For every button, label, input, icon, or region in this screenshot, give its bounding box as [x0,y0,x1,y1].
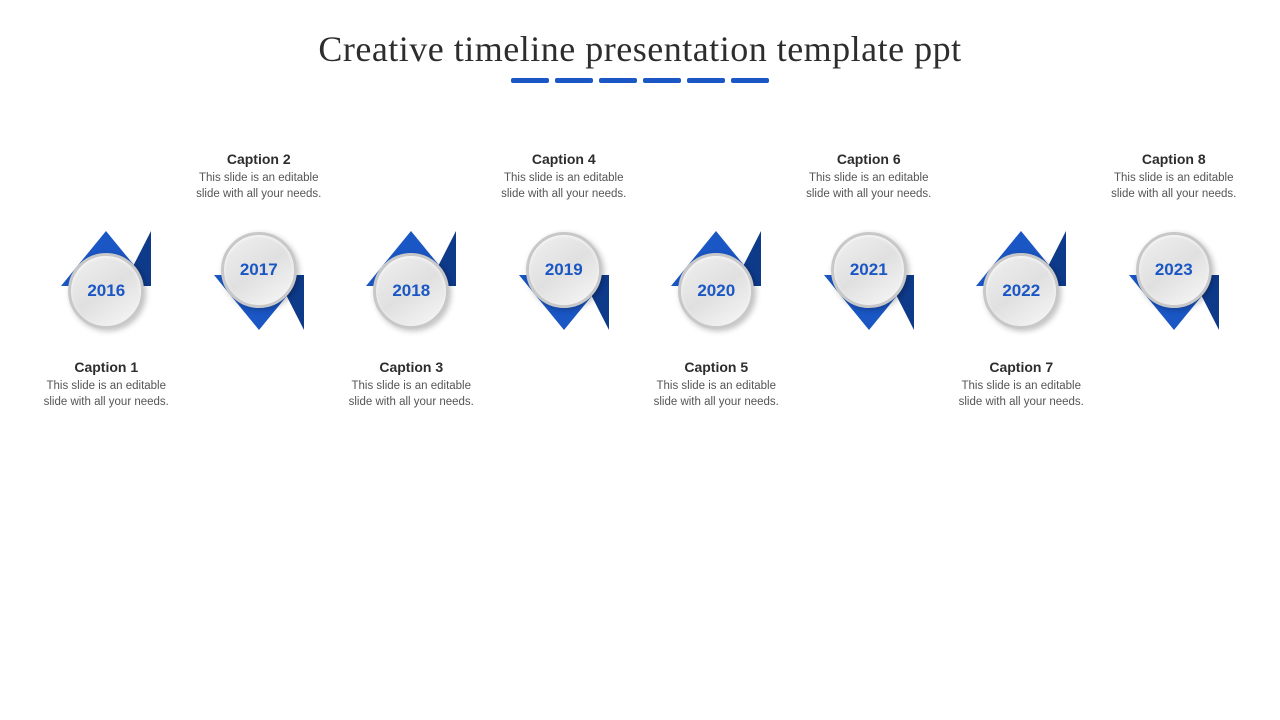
timeline-container: 2016 Caption 1 This slide is an editable… [0,151,1280,410]
year-6: 2021 [850,260,888,280]
caption-title-5: Caption 5 [646,359,786,375]
year-3: 2018 [392,281,430,301]
caption-title-8: Caption 8 [1104,151,1244,167]
diamond-8: 2023 [1129,210,1219,330]
title-dash-3 [599,78,637,83]
circle-year-8: 2023 [1136,232,1212,308]
slide: Creative timeline presentation template … [0,0,1280,720]
caption-text-5: This slide is an editable slide with all… [646,378,786,410]
caption-below-5: Caption 5 This slide is an editable slid… [646,359,786,410]
timeline-item-4: Caption 4 This slide is an editable slid… [488,151,641,410]
timeline-item-3: 2018 Caption 3 This slide is an editable… [335,151,488,410]
caption-title-7: Caption 7 [951,359,1091,375]
circle-year-4: 2019 [526,232,602,308]
caption-text-3: This slide is an editable slide with all… [341,378,481,410]
circle-year-1: 2016 [68,253,144,329]
caption-text-7: This slide is an editable slide with all… [951,378,1091,410]
caption-text-6: This slide is an editable slide with all… [799,170,939,202]
diamond-5: 2020 [671,231,761,351]
diamond-3: 2018 [366,231,456,351]
circle-year-7: 2022 [983,253,1059,329]
caption-below-1: Caption 1 This slide is an editable slid… [36,359,176,410]
year-8: 2023 [1155,260,1193,280]
caption-title-4: Caption 4 [494,151,634,167]
year-7: 2022 [1002,281,1040,301]
caption-title-2: Caption 2 [189,151,329,167]
diamond-7: 2022 [976,231,1066,351]
timeline-item-8: Caption 8 This slide is an editable slid… [1098,151,1251,410]
title-area: Creative timeline presentation template … [318,28,961,83]
caption-text-2: This slide is an editable slide with all… [189,170,329,202]
timeline-item-6: Caption 6 This slide is an editable slid… [793,151,946,410]
timeline-item-5: 2020 Caption 5 This slide is an editable… [640,151,793,410]
timeline-item-2: Caption 2 This slide is an editable slid… [183,151,336,410]
year-2: 2017 [240,260,278,280]
title-dash-6 [731,78,769,83]
title-dash-4 [643,78,681,83]
year-1: 2016 [87,281,125,301]
title-dash-5 [687,78,725,83]
circle-year-2: 2017 [221,232,297,308]
caption-title-3: Caption 3 [341,359,481,375]
diamond-4: 2019 [519,210,609,330]
caption-below-3: Caption 3 This slide is an editable slid… [341,359,481,410]
caption-below-7: Caption 7 This slide is an editable slid… [951,359,1091,410]
caption-text-8: This slide is an editable slide with all… [1104,170,1244,202]
circle-year-3: 2018 [373,253,449,329]
caption-text-4: This slide is an editable slide with all… [494,170,634,202]
circle-year-6: 2021 [831,232,907,308]
caption-above-2: Caption 2 This slide is an editable slid… [189,151,329,202]
diamond-2: 2017 [214,210,304,330]
caption-title-1: Caption 1 [36,359,176,375]
timeline-item-1: 2016 Caption 1 This slide is an editable… [30,151,183,410]
title-dash-1 [511,78,549,83]
year-5: 2020 [697,281,735,301]
circle-year-5: 2020 [678,253,754,329]
title-decoration [318,78,961,83]
diamond-1: 2016 [61,231,151,351]
caption-title-6: Caption 6 [799,151,939,167]
caption-text-1: This slide is an editable slide with all… [36,378,176,410]
caption-above-6: Caption 6 This slide is an editable slid… [799,151,939,202]
title-dash-2 [555,78,593,83]
main-title: Creative timeline presentation template … [318,28,961,70]
caption-above-4: Caption 4 This slide is an editable slid… [494,151,634,202]
timeline-item-7: 2022 Caption 7 This slide is an editable… [945,151,1098,410]
year-4: 2019 [545,260,583,280]
caption-above-8: Caption 8 This slide is an editable slid… [1104,151,1244,202]
diamond-6: 2021 [824,210,914,330]
